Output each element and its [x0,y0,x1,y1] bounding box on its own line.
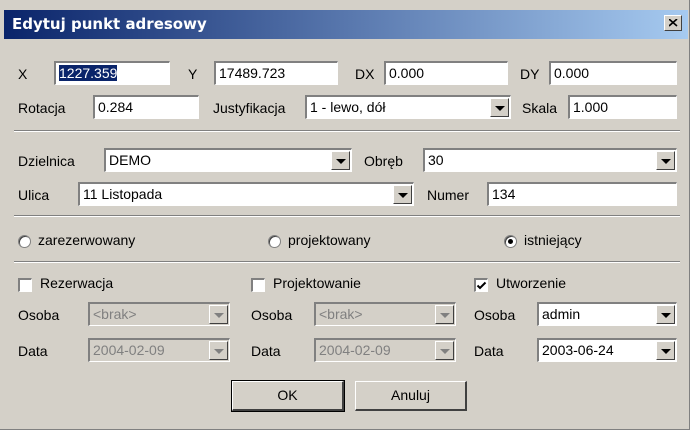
reservation-checkbox[interactable] [18,278,32,292]
radio-selected-dot [508,239,513,244]
design-person-value: <brak> [319,306,363,322]
justification-label: Justyfikacja [213,100,286,116]
precinct-label: Obręb [364,153,403,169]
design-date-label: Data [251,343,281,359]
reservation-person-value: <brak> [93,306,137,322]
reservation-date-dropdown-button [209,341,228,360]
chevron-down-icon [398,193,408,198]
design-label[interactable]: Projektowanie [273,275,361,291]
creation-date-dropdown-button[interactable] [656,341,675,360]
street-value: 11 Listopada [83,186,163,202]
dy-label: DY [520,66,540,82]
chevron-down-icon [214,349,224,354]
district-select[interactable]: DEMO [104,148,352,172]
chevron-down-icon [440,349,450,354]
street-dropdown-button[interactable] [393,185,412,204]
precinct-value: 30 [428,152,444,168]
chevron-down-icon [661,313,671,318]
design-checkbox[interactable] [251,278,265,292]
reservation-date-picker: 2004-02-09 [88,338,230,362]
radio-existing-label[interactable]: istniejący [524,232,582,248]
y-field[interactable]: 17489.723 [214,61,338,85]
radio-existing[interactable] [504,235,517,248]
reservation-person-dropdown-button [209,305,228,324]
x-label: X [18,66,28,82]
x-field[interactable]: 1227.359 [54,61,170,85]
cancel-button[interactable]: Anuluj [355,381,467,411]
dy-field[interactable]: 0.000 [549,61,677,85]
chevron-down-icon [661,349,671,354]
rotation-field[interactable]: 0.284 [93,95,199,119]
y-label: Y [188,66,198,82]
dx-field[interactable]: 0.000 [384,61,508,85]
number-field[interactable]: 134 [487,182,677,206]
ok-button[interactable]: OK [231,380,345,412]
chevron-down-icon [440,313,450,318]
scale-label: Skala [522,100,558,116]
radio-designed[interactable] [268,235,281,248]
creation-person-value: admin [542,306,581,322]
precinct-dropdown-button[interactable] [656,151,675,170]
justification-dropdown-button[interactable] [490,98,509,117]
reservation-person-label: Osoba [18,307,60,323]
edit-address-point-dialog: Edytuj punkt adresowy X 1227.359 Y 17489… [0,0,690,430]
street-label: Ulica [18,187,50,203]
design-date-value: 2004-02-09 [319,342,391,358]
creation-date-label: Data [474,343,504,359]
chevron-down-icon [495,106,505,111]
justification-value: 1 - lewo, dół [310,99,386,115]
x-value: 1227.359 [59,65,118,81]
checkmark-icon [476,281,487,290]
district-value: DEMO [109,152,151,168]
precinct-select[interactable]: 30 [423,148,677,172]
chevron-down-icon [661,159,671,164]
chevron-down-icon [214,313,224,318]
radio-reserved-label[interactable]: zarezerwowany [38,232,135,248]
rotation-label: Rotacja [18,100,66,116]
reservation-person-select: <brak> [88,302,230,326]
creation-person-dropdown-button[interactable] [656,305,675,324]
district-dropdown-button[interactable] [331,151,350,170]
number-label: Numer [427,187,470,203]
reservation-date-value: 2004-02-09 [93,342,165,358]
creation-person-label: Osoba [474,307,516,323]
scale-field[interactable]: 1.000 [568,95,677,119]
design-person-dropdown-button [435,305,454,324]
design-date-picker: 2004-02-09 [314,338,456,362]
separator [14,215,680,217]
title-bar[interactable]: Edytuj punkt adresowy [4,10,688,39]
creation-label[interactable]: Utworzenie [496,275,566,291]
district-label: Dzielnica [18,153,75,169]
reservation-date-label: Data [18,343,48,359]
design-person-label: Osoba [251,307,293,323]
creation-date-value: 2003-06-24 [542,342,614,358]
separator [14,130,680,132]
reservation-label[interactable]: Rezerwacja [40,275,113,291]
radio-reserved[interactable] [18,235,31,248]
creation-person-select[interactable]: admin [537,302,677,326]
radio-designed-label[interactable]: projektowany [288,232,371,248]
creation-date-picker[interactable]: 2003-06-24 [537,338,677,362]
design-date-dropdown-button [435,341,454,360]
chevron-down-icon [336,159,346,164]
window-title: Edytuj punkt adresowy [12,15,207,33]
close-icon [669,19,678,27]
justification-select[interactable]: 1 - lewo, dół [305,95,511,119]
close-button[interactable] [664,15,682,31]
dx-label: DX [355,66,375,82]
design-person-select: <brak> [314,302,456,326]
creation-checkbox[interactable] [474,278,488,292]
street-select[interactable]: 11 Listopada [78,182,414,206]
separator [14,261,680,263]
